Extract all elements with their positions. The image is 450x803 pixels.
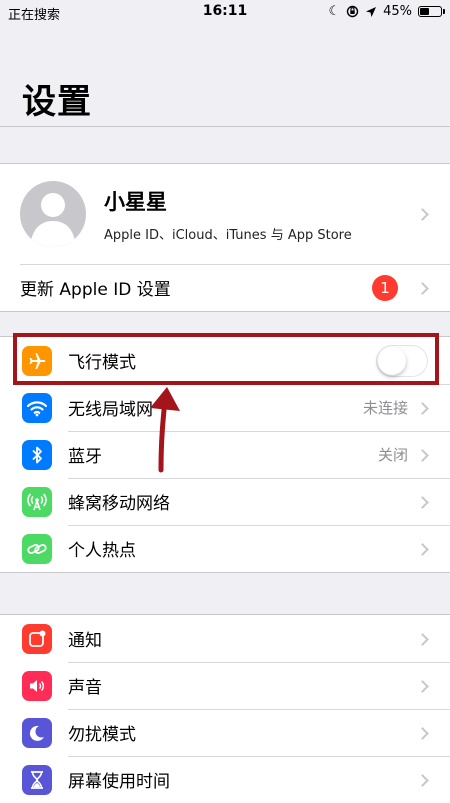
battery-level: [420, 8, 429, 15]
hotspot-icon: [22, 533, 52, 564]
chevron-right-icon: [418, 450, 428, 460]
chevron-right-icon: [418, 544, 428, 554]
hotspot-label: 个人热点: [68, 541, 136, 561]
toggle-knob: [378, 346, 406, 375]
chevron-right-icon: [418, 775, 428, 785]
sound-row[interactable]: 声音: [0, 662, 450, 709]
notifications-row[interactable]: 通知: [0, 615, 450, 662]
do-not-disturb-row[interactable]: 勿扰模式: [0, 709, 450, 756]
notifications-icon: [22, 623, 52, 654]
network-group: 飞行模式 无线局域网 未连接 蓝牙 关闭 蜂窝移动网络 个人热点: [0, 336, 450, 573]
hourglass-icon: [22, 764, 52, 795]
system-group: 通知 声音 勿扰模式 屏幕使用时间: [0, 614, 450, 803]
status-bar: 正在搜索 16:11 ☾ 45%: [0, 0, 450, 24]
airplane-mode-toggle[interactable]: [376, 344, 428, 377]
wifi-status: 未连接: [362, 399, 408, 417]
battery-percent: 45%: [383, 4, 412, 19]
profile-subtitle: Apple ID、iCloud、iTunes 与 App Store: [104, 227, 352, 243]
update-apple-id-label: 更新 Apple ID 设置: [20, 280, 171, 300]
chevron-right-icon: [418, 728, 428, 738]
status-right: ☾ 45%: [328, 4, 445, 19]
profile-group: 小星星 Apple ID、iCloud、iTunes 与 App Store 更…: [0, 163, 450, 312]
notifications-label: 通知: [68, 631, 102, 651]
moon-icon: [22, 717, 52, 748]
orientation-lock-icon: [346, 5, 359, 18]
profile-row[interactable]: 小星星 Apple ID、iCloud、iTunes 与 App Store: [0, 164, 450, 264]
chevron-right-icon: [418, 283, 428, 293]
update-apple-id-row[interactable]: 更新 Apple ID 设置 1: [0, 264, 450, 311]
notification-badge: 1: [372, 274, 398, 301]
sound-label: 声音: [68, 678, 102, 698]
bluetooth-icon: [22, 439, 52, 470]
person-silhouette-icon: [30, 193, 76, 247]
cellular-icon: [22, 486, 52, 517]
airplane-mode-label: 飞行模式: [68, 353, 136, 373]
hotspot-row[interactable]: 个人热点: [0, 525, 450, 572]
bluetooth-row[interactable]: 蓝牙 关闭: [0, 431, 450, 478]
location-icon: [366, 6, 377, 17]
screen-time-row[interactable]: 屏幕使用时间: [0, 756, 450, 803]
battery-icon: [418, 6, 445, 17]
profile-name: 小星星: [104, 189, 167, 214]
title-divider: [0, 126, 450, 127]
wifi-label: 无线局域网: [68, 400, 153, 420]
sound-icon: [22, 670, 52, 701]
avatar: [20, 181, 86, 247]
do-not-disturb-label: 勿扰模式: [68, 725, 136, 745]
airplane-mode-row: 飞行模式: [0, 337, 450, 384]
screen-time-label: 屏幕使用时间: [68, 772, 170, 792]
cellular-label: 蜂窝移动网络: [68, 494, 170, 514]
bluetooth-label: 蓝牙: [68, 447, 102, 467]
bluetooth-status: 关闭: [377, 446, 408, 464]
chevron-right-icon: [418, 209, 428, 219]
chevron-right-icon: [418, 497, 428, 507]
chevron-right-icon: [418, 681, 428, 691]
chevron-right-icon: [418, 634, 428, 644]
page-title: 设置: [22, 82, 92, 122]
wifi-row[interactable]: 无线局域网 未连接: [0, 384, 450, 431]
moon-icon: ☾: [328, 4, 341, 19]
airplane-icon: [22, 345, 52, 376]
profile-text: 小星星 Apple ID、iCloud、iTunes 与 App Store: [104, 186, 418, 243]
chevron-right-icon: [418, 403, 428, 413]
cellular-row[interactable]: 蜂窝移动网络: [0, 478, 450, 525]
wifi-icon: [22, 392, 52, 423]
